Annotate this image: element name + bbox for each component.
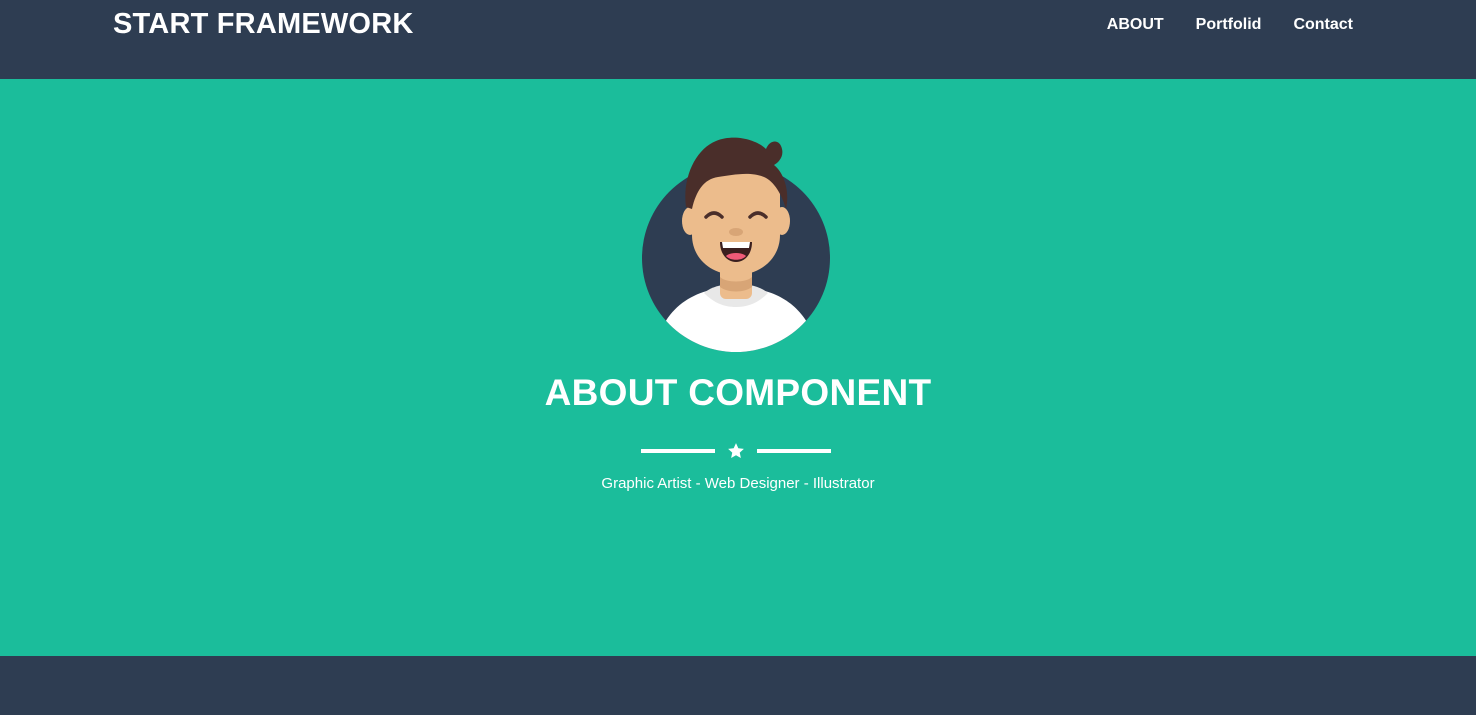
nav-link-portfolio[interactable]: Portfolid <box>1196 16 1262 34</box>
hero-subtitle: Graphic Artist - Web Designer - Illustra… <box>601 475 875 492</box>
brand-logo[interactable]: START FRAMEWORK <box>113 8 413 41</box>
star-icon <box>728 443 744 459</box>
hero-section: ABOUT COMPONENT Graphic Artist - Web Des… <box>0 79 1476 656</box>
nav-link-contact[interactable]: Contact <box>1293 16 1353 34</box>
title-divider <box>641 440 831 464</box>
divider-line-left <box>641 449 715 453</box>
navbar: START FRAMEWORK ABOUT Portfolid Contact <box>0 0 1476 79</box>
footer <box>0 656 1476 715</box>
nav-link-about[interactable]: ABOUT <box>1107 16 1164 34</box>
avatar-icon <box>642 137 830 352</box>
divider-line-right <box>757 449 831 453</box>
nav-links: ABOUT Portfolid Contact <box>1107 16 1353 34</box>
page-title: ABOUT COMPONENT <box>544 372 932 413</box>
